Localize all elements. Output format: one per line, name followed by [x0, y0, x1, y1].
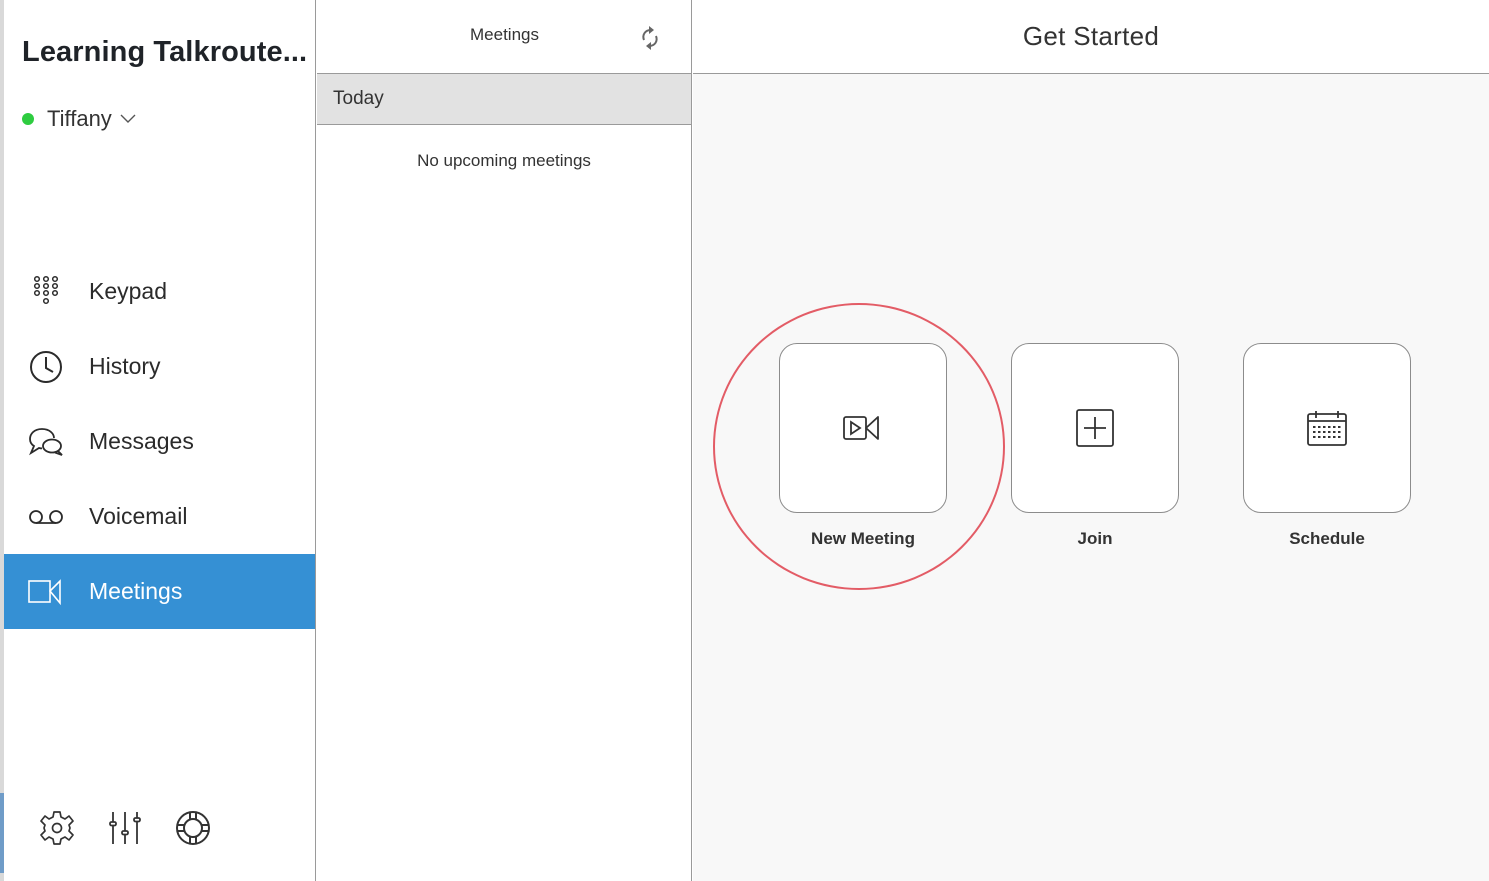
- chevron-down-icon: [120, 114, 136, 123]
- plus-square-icon: [1076, 409, 1114, 447]
- sidebar-footer: [38, 808, 242, 848]
- meetings-list-title: Meetings: [317, 25, 692, 45]
- video-camera-icon: [26, 572, 66, 612]
- meetings-list-panel: Meetings Today No upcoming meetings: [317, 0, 692, 881]
- sidebar-item-voicemail[interactable]: Voicemail: [4, 479, 315, 554]
- status-indicator: [22, 113, 34, 125]
- sidebar-item-keypad[interactable]: Keypad: [4, 254, 315, 329]
- user-name: Tiffany: [47, 106, 112, 131]
- lifebuoy-icon[interactable]: [174, 808, 212, 848]
- action-tiles: New Meeting Join Schedule: [779, 343, 1475, 549]
- user-menu[interactable]: Tiffany: [22, 106, 136, 132]
- sidebar-item-meetings[interactable]: Meetings: [4, 554, 315, 629]
- calendar-icon: [1307, 411, 1347, 446]
- refresh-icon: [642, 26, 658, 50]
- account-title: Learning Talkroute...: [22, 36, 308, 68]
- sidebar-item-history[interactable]: History: [4, 329, 315, 404]
- tile-label: Join: [1077, 529, 1113, 548]
- schedule-tile[interactable]: [1243, 343, 1411, 513]
- section-header-today: Today: [317, 74, 691, 125]
- page-title: Get Started: [1022, 21, 1160, 51]
- sidebar-nav: Keypad History Messages Voicemail Meetin…: [4, 254, 315, 629]
- keypad-icon: [26, 272, 66, 312]
- get-started-header: Get Started: [693, 0, 1489, 74]
- sidebar-item-label: History: [89, 353, 161, 379]
- sliders-icon[interactable]: [106, 808, 144, 848]
- new-meeting-button[interactable]: New Meeting: [779, 343, 947, 549]
- voicemail-icon: [26, 497, 66, 537]
- gear-icon[interactable]: [38, 808, 76, 848]
- meetings-list-title-text: Meetings: [470, 25, 539, 44]
- sidebar-item-label: Messages: [89, 428, 194, 454]
- get-started-panel: Get Started New Meeting Join Schedule: [693, 0, 1489, 881]
- new-meeting-tile[interactable]: [779, 343, 947, 513]
- sidebar-item-messages[interactable]: Messages: [4, 404, 315, 479]
- meetings-list-header: Meetings: [317, 0, 691, 74]
- empty-state-text: No upcoming meetings: [417, 151, 591, 170]
- clock-icon: [26, 347, 66, 387]
- tile-label: New Meeting: [811, 529, 915, 548]
- schedule-button[interactable]: Schedule: [1243, 343, 1411, 549]
- chat-bubbles-icon: [26, 422, 66, 462]
- join-button[interactable]: Join: [1011, 343, 1179, 549]
- sidebar-item-label: Meetings: [89, 578, 183, 604]
- refresh-button[interactable]: [639, 26, 661, 50]
- join-tile[interactable]: [1011, 343, 1179, 513]
- video-play-icon: [843, 416, 879, 440]
- tile-label: Schedule: [1289, 529, 1365, 548]
- sidebar-item-label: Keypad: [89, 278, 168, 304]
- sidebar-item-label: Voicemail: [89, 503, 188, 529]
- sidebar: Learning Talkroute... Tiffany Keypad His…: [4, 0, 316, 881]
